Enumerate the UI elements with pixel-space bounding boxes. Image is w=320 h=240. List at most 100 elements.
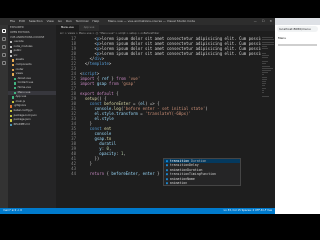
- menu-item-edit[interactable]: Edit: [19, 18, 25, 25]
- code-token: }: [80, 161, 93, 166]
- file-icon: [14, 91, 17, 95]
- status-bar: main* ⊗ 0 ⚠ 0 Ln 33, Col 15 Spaces: 2 UT…: [0, 208, 275, 214]
- activity-bar: [0, 25, 8, 214]
- minimap-line: [262, 74, 264, 76]
- file-icon: [10, 105, 13, 108]
- file-icon: [12, 96, 15, 99]
- file-icon: [14, 87, 17, 90]
- debug-icon[interactable]: [2, 53, 6, 57]
- code-token: {: [113, 91, 119, 96]
- code-token: beforeEnter: [111, 171, 138, 176]
- file-icon: [10, 110, 13, 113]
- code-token: }: [154, 171, 160, 176]
- file-icon: [10, 45, 13, 49]
- menu-item-help[interactable]: Help: [92, 18, 99, 25]
- minimap-line: [262, 52, 266, 54]
- minimap-line: [262, 54, 269, 56]
- minimap-line: [262, 70, 271, 71]
- suggestion-label: animationDuration: [169, 167, 203, 172]
- file-icon: [10, 119, 13, 122]
- menu-bar: File Edit Selection View Go Run Terminal Help: [10, 18, 99, 25]
- minimap-line: [262, 61, 268, 63]
- suggestion-label: transitionDelay: [169, 163, 199, 168]
- code-token: gsap: [94, 81, 107, 86]
- code-token: </: [80, 61, 90, 66]
- minimap-line: [262, 96, 269, 98]
- browser-address-bar[interactable]: localhost:8080/menu: [277, 26, 318, 32]
- file-icon: [10, 123, 13, 127]
- code-token: from: [106, 81, 119, 86]
- maximize-icon[interactable]: ☐: [262, 18, 265, 25]
- code-token: enter: [142, 171, 155, 176]
- file-icon: [14, 82, 17, 85]
- code-token: ): [205, 106, 208, 111]
- status-right[interactable]: Ln 33, Col 15 Spaces: 2 UTF-8 LF Vue: [224, 208, 272, 214]
- menu-item-terminal[interactable]: Terminal: [76, 18, 89, 25]
- minimap-line: [262, 91, 264, 93]
- code-token: ,: [123, 151, 126, 156]
- minimap-line: [262, 85, 265, 87]
- search-icon[interactable]: [2, 37, 6, 41]
- suggestion-label: transition: [169, 159, 190, 163]
- explorer-sidebar: EXPLORER OPEN EDITORS VUE-ANIMATIONS-COU…: [8, 25, 56, 214]
- minimap-line: [262, 76, 267, 78]
- page-heading: Menu: [278, 36, 287, 40]
- menu-item-go[interactable]: Go: [58, 18, 62, 25]
- menu-item-run[interactable]: Run: [66, 18, 72, 25]
- minimap-line: [262, 83, 266, 85]
- status-left[interactable]: main* ⊗ 0 ⚠ 0: [3, 208, 22, 214]
- code-token: lorem ipsum dolor sit amet consectetur a…: [101, 51, 288, 56]
- code-editor[interactable]: 17 <p>lorem ipsum dolor sit amet consect…: [56, 36, 287, 176]
- browser-window: localhost:8080/menu Menu: [275, 18, 320, 214]
- code-token: 'translateY(-60px)': [145, 111, 191, 116]
- close-icon[interactable]: ✕: [269, 18, 272, 25]
- minimap-line: [262, 89, 264, 91]
- minimap-line: [262, 87, 266, 89]
- files-icon[interactable]: [2, 29, 6, 33]
- code-token: =: [137, 111, 146, 116]
- autocomplete-popup: ▣ transition Duration ▣ transitionDelay ▣ …: [163, 158, 241, 187]
- extensions-icon[interactable]: [2, 61, 6, 65]
- browser-url: localhost:8080/menu: [279, 27, 311, 31]
- minimap-line: [262, 78, 267, 80]
- line-number: 44: [71, 171, 76, 176]
- file-icon: [12, 59, 15, 62]
- suggestion-label: transitionTimingFunction: [169, 172, 216, 177]
- title-bar: File Edit Selection View Go Run Terminal Help M…: [0, 18, 275, 25]
- code-token: >: [108, 61, 112, 66]
- minimize-icon[interactable]: —: [254, 18, 257, 25]
- file-icon: [12, 64, 15, 67]
- file-icon: [12, 73, 15, 76]
- file-icon: [10, 114, 13, 117]
- minimap-line: [262, 65, 270, 67]
- screen: File Edit Selection View Go Run Terminal Help M…: [0, 18, 320, 214]
- browser-tab-bar: [275, 18, 320, 25]
- code-token: template: [89, 61, 109, 66]
- minimap[interactable]: [261, 36, 275, 214]
- page-text-line: [278, 44, 317, 46]
- minimap-line: [262, 63, 266, 65]
- minimap-line: [262, 41, 274, 43]
- editor-area: Menu.vue App.vue src > views > Menu.vue >…: [56, 25, 287, 214]
- source-control-icon[interactable]: [2, 45, 6, 49]
- file-icon: [12, 68, 15, 72]
- menu-item-view[interactable]: View: [47, 18, 54, 25]
- code-token: style: [101, 116, 114, 121]
- file-icon: [14, 77, 17, 81]
- file-icon: [10, 41, 13, 44]
- minimap-line: [262, 56, 268, 58]
- suggestion-label: animationName: [169, 176, 195, 181]
- menu-item-file[interactable]: File: [10, 18, 15, 25]
- menu-item-selection[interactable]: Selection: [29, 18, 43, 25]
- minimap-line: [262, 45, 267, 47]
- suggestion-item[interactable]: ▣ animation: [164, 181, 240, 185]
- minimap-line: [262, 37, 273, 39]
- file-name: README.md: [13, 122, 30, 126]
- code-token: import: [80, 81, 95, 86]
- file-icon: [10, 54, 13, 58]
- minimap-line: [262, 39, 274, 41]
- code-token: transform: [116, 111, 138, 116]
- minimap-line: [262, 48, 268, 50]
- suggestion-label: animation: [169, 180, 188, 185]
- file-tree-item[interactable]: README.md: [8, 123, 56, 128]
